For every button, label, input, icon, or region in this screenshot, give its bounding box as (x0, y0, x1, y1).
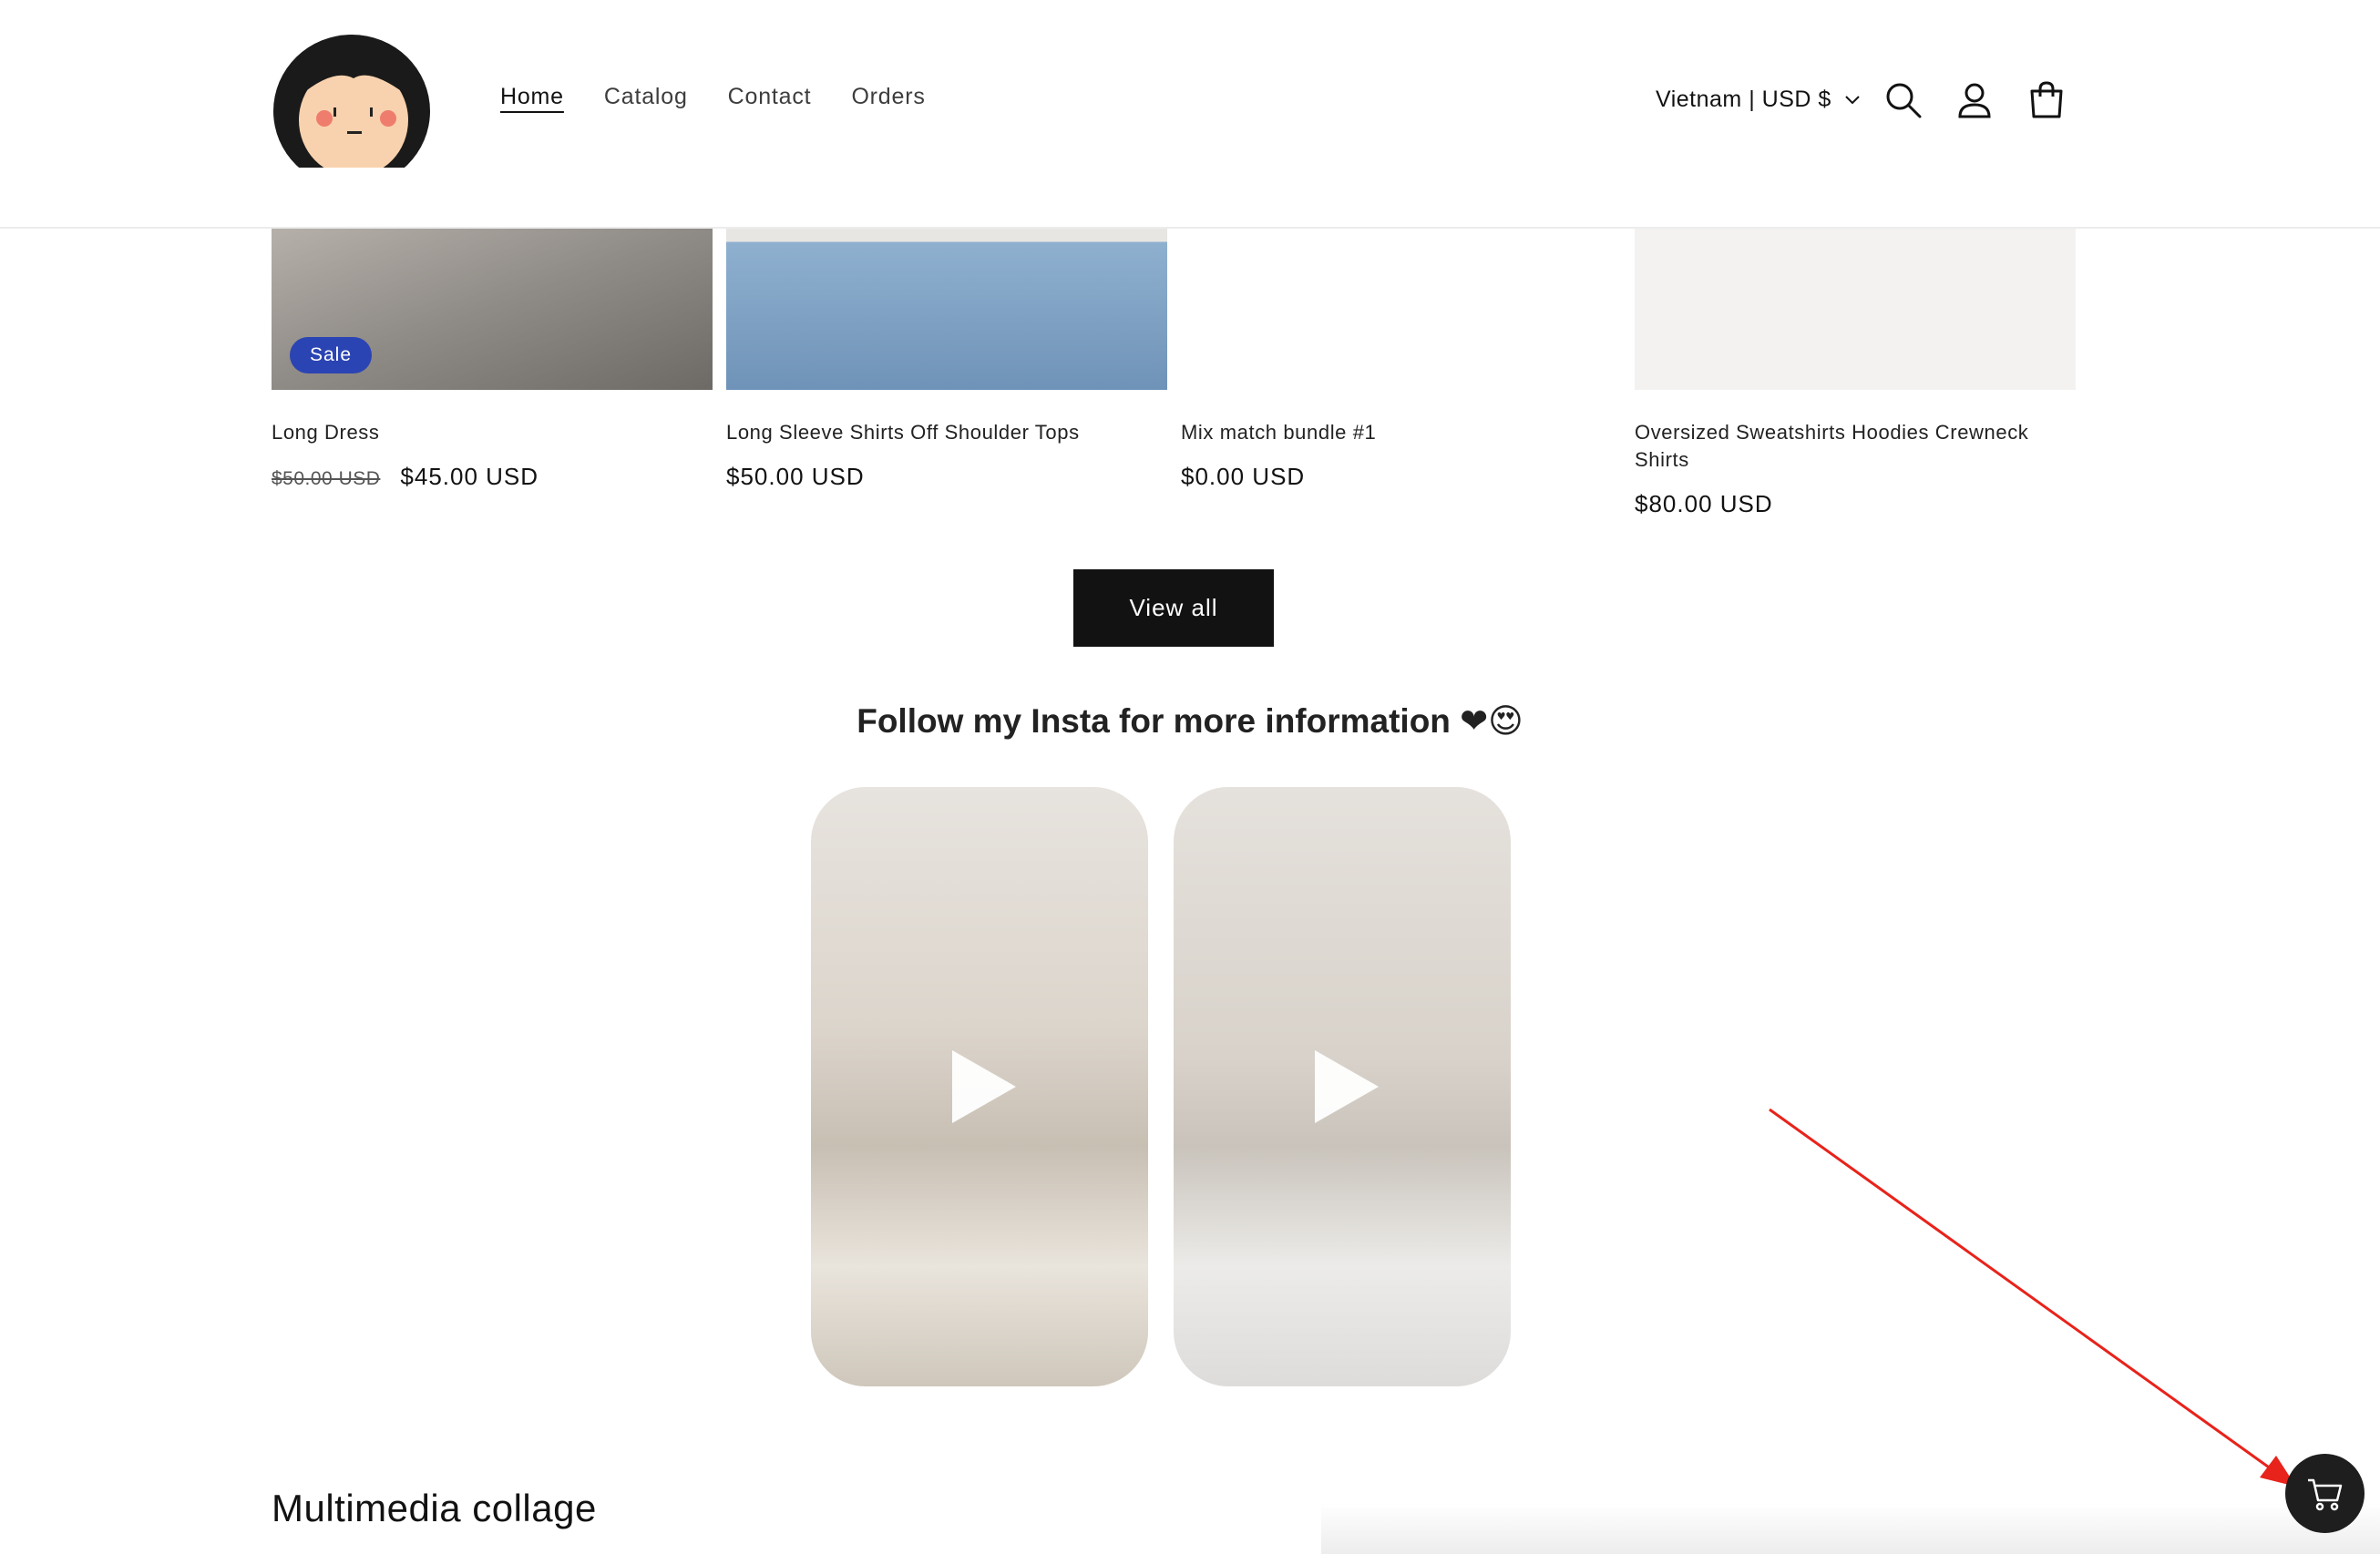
account-icon[interactable] (1954, 80, 1995, 120)
nav-home[interactable]: Home (500, 84, 564, 110)
insta-video[interactable] (811, 787, 1148, 1386)
shopping-cart-icon (2307, 1478, 2342, 1510)
view-all-button[interactable]: View all (1073, 569, 1274, 647)
country-currency-selector[interactable]: Vietnam | USD $ (1656, 87, 1861, 113)
floating-cart-button[interactable] (2285, 1454, 2365, 1533)
nav-contact[interactable]: Contact (728, 84, 812, 110)
page: Sale Long Dress $50.00 USD $45.00 USD Lon… (0, 0, 2380, 1554)
bottom-shadow (1321, 1503, 2380, 1554)
cart-icon[interactable] (2026, 80, 2067, 120)
product-title[interactable]: Oversized Sweatshirts Hoodies Crewneck S… (1635, 419, 2076, 474)
insta-video[interactable] (1174, 787, 1511, 1386)
product-title[interactable]: Mix match bundle #1 (1181, 419, 1622, 446)
nav-catalog[interactable]: Catalog (604, 84, 688, 110)
play-icon[interactable] (1315, 1050, 1379, 1123)
compare-at-price: $50.00 USD (272, 468, 381, 489)
nav-orders[interactable]: Orders (851, 84, 925, 110)
site-header: Home Catalog Contact Orders Vietnam | US… (0, 0, 2380, 229)
product-title[interactable]: Long Sleeve Shirts Off Shoulder Tops (726, 419, 1167, 446)
product-price: $80.00 USD (1635, 490, 1773, 517)
sale-badge: Sale (290, 337, 373, 373)
sale-price: $45.00 USD (400, 463, 539, 490)
play-icon[interactable] (952, 1050, 1016, 1123)
main-nav: Home Catalog Contact Orders (500, 84, 966, 110)
product-price: $0.00 USD (1181, 463, 1306, 490)
product-price: $50.00 USD $45.00 USD (272, 463, 539, 491)
insta-section-title: Follow my Insta for more information ❤😍 (857, 702, 1523, 740)
annotation-arrow-icon (1769, 1108, 2296, 1487)
store-logo[interactable] (270, 31, 432, 184)
multimedia-collage-heading: Multimedia collage (272, 1487, 597, 1529)
locale-label: Vietnam | USD $ (1656, 87, 1831, 112)
product-price: $50.00 USD (726, 463, 865, 490)
search-icon[interactable] (1883, 80, 1923, 120)
product-title[interactable]: Long Dress (272, 419, 713, 446)
chevron-down-icon (1845, 95, 1860, 104)
